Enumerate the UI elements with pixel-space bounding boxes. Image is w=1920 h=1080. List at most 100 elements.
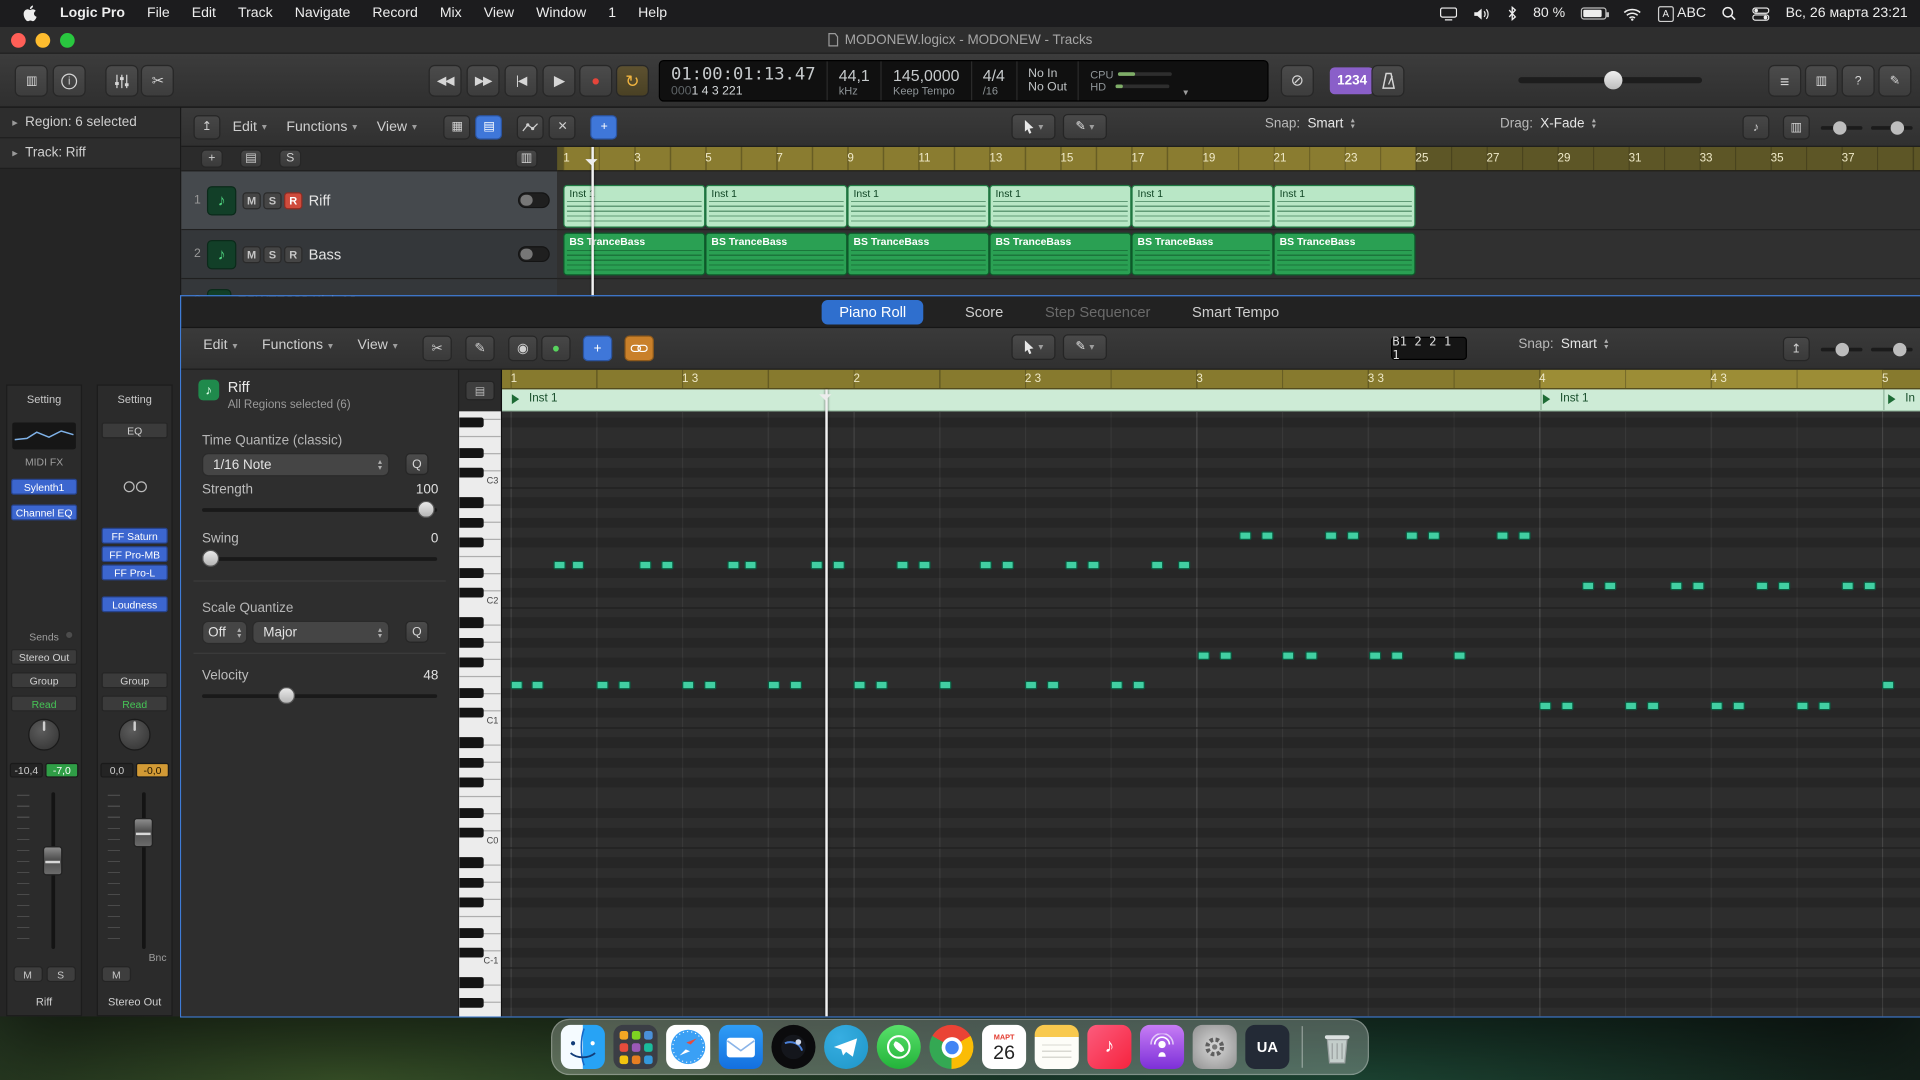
track-row-riff[interactable]: 1 ♪ M S R Riff — [181, 171, 557, 230]
dock-podcasts[interactable] — [1140, 1025, 1184, 1069]
snap-menu[interactable]: Snap: Smart ▴▾ — [1265, 116, 1355, 131]
midi-region[interactable]: BS TranceBass — [1131, 233, 1273, 276]
midi-note[interactable] — [1198, 651, 1210, 660]
dock-music[interactable]: ♪ — [1087, 1025, 1131, 1069]
dock-safari[interactable] — [666, 1025, 710, 1069]
editor-view-menu[interactable]: View▾ — [348, 338, 408, 353]
midi-note[interactable] — [1818, 702, 1830, 711]
stereo-format-button[interactable] — [98, 481, 171, 492]
piano-key-black[interactable] — [459, 498, 484, 508]
master-volume-slider[interactable] — [1518, 77, 1702, 83]
menu-mix[interactable]: Mix — [429, 0, 473, 27]
piano-key-black[interactable] — [459, 638, 484, 648]
dock-trash[interactable] — [1315, 1025, 1359, 1069]
left-click-tool-menu[interactable]: ▾ — [1011, 114, 1055, 140]
midi-region[interactable]: Inst 1 — [705, 185, 847, 228]
midi-note[interactable] — [876, 681, 888, 690]
mute-button[interactable]: M — [102, 966, 131, 982]
tab-piano-roll[interactable]: Piano Roll — [822, 299, 923, 323]
dock-settings[interactable] — [1193, 1025, 1237, 1069]
setting-button[interactable]: Setting — [98, 393, 171, 405]
midi-note[interactable] — [1453, 651, 1465, 660]
region-inspector-header[interactable]: ▸ Region: 6 selected — [0, 108, 180, 139]
bluetooth-icon[interactable] — [1507, 6, 1517, 21]
mute-button[interactable]: M — [242, 246, 260, 263]
screen-mirroring-icon[interactable] — [1440, 7, 1457, 20]
midi-note[interactable] — [1133, 681, 1145, 690]
stepper-icon[interactable]: ▴▾ — [1592, 118, 1596, 130]
strength-knob[interactable] — [418, 501, 435, 518]
metronome-button[interactable] — [1371, 65, 1404, 97]
dock-finder[interactable] — [561, 1025, 605, 1069]
send-knob[interactable] — [65, 631, 74, 640]
count-in-badge[interactable]: 1234 — [1330, 67, 1375, 94]
piano-octave[interactable] — [459, 968, 501, 1017]
piano-octave[interactable]: C-1 — [459, 848, 501, 968]
loops-browser-button[interactable]: ▥ — [1805, 65, 1838, 97]
swing-slider[interactable] — [202, 557, 437, 561]
quantize-apply-button[interactable]: Q — [405, 453, 428, 475]
note-grid[interactable] — [502, 411, 1920, 1016]
midi-note[interactable] — [727, 561, 739, 570]
lane-region-3[interactable]: In — [1888, 392, 1915, 405]
midi-note[interactable] — [1604, 582, 1616, 591]
group-slot[interactable]: Group — [11, 672, 77, 688]
midi-region[interactable]: Inst 1 — [989, 185, 1131, 228]
piano-key-black[interactable] — [459, 688, 484, 698]
midi-note[interactable] — [1406, 531, 1418, 540]
midi-region[interactable]: Inst 1 — [1273, 185, 1415, 228]
quick-help-button[interactable]: ? — [1842, 65, 1875, 97]
split-tool-button[interactable]: ✂ — [422, 336, 451, 362]
scale-root-select[interactable]: Off ▴▾ — [202, 621, 247, 644]
midi-note[interactable] — [1369, 651, 1381, 660]
piano-keyboard[interactable]: C3C2C1C0C-1 — [459, 411, 501, 1016]
drag-menu[interactable]: Drag: X-Fade ▴▾ — [1500, 116, 1596, 131]
tab-score[interactable]: Score — [965, 303, 1003, 320]
playhead-marker[interactable] — [585, 159, 597, 171]
editor-edit-menu[interactable]: Edit▾ — [193, 338, 247, 353]
menu-file[interactable]: File — [136, 0, 181, 27]
track-name[interactable]: Bass — [309, 246, 512, 263]
solo-mode-button[interactable]: ⊘ — [1281, 65, 1314, 97]
plugin-slot-ff-saturn[interactable]: FF Saturn — [102, 528, 168, 544]
list-editors-button[interactable]: ≡ — [1768, 65, 1801, 97]
library-button[interactable]: ▥ — [15, 65, 48, 97]
output-slot[interactable]: Stereo Out — [11, 649, 77, 665]
play-button[interactable]: ▶ — [542, 65, 575, 97]
midi-note[interactable] — [744, 561, 756, 570]
midi-region[interactable]: BS TranceBass — [563, 233, 705, 276]
midi-note[interactable] — [896, 561, 908, 570]
midi-note[interactable] — [618, 681, 630, 690]
midi-note[interactable] — [1025, 681, 1037, 690]
arrange-view-menu[interactable]: View▾ — [367, 119, 427, 134]
dock-planet-app[interactable] — [771, 1025, 815, 1069]
strip-name[interactable]: Riff — [7, 996, 80, 1008]
midi-in-button[interactable]: ◉ — [508, 336, 537, 362]
midi-fx-slot[interactable]: MIDI FX — [7, 456, 80, 468]
fader-cap[interactable] — [43, 846, 63, 875]
plugin-slot-ff-pro-l[interactable]: FF Pro-L — [102, 564, 168, 580]
midi-region[interactable]: Inst 1 — [847, 185, 989, 228]
menu-1[interactable]: 1 — [597, 0, 627, 27]
grid-view-button[interactable]: ▦ — [444, 114, 471, 138]
dock-chrome[interactable] — [929, 1025, 973, 1069]
plugin-slot-loudness[interactable]: Loudness — [102, 596, 168, 612]
volume-icon[interactable] — [1473, 7, 1491, 20]
add-track-button[interactable]: + — [201, 149, 223, 167]
piano-key-black[interactable] — [459, 948, 484, 958]
velocity-knob[interactable] — [278, 687, 295, 704]
piano-key-black[interactable] — [459, 778, 484, 788]
horizontal-zoom-slider[interactable] — [1821, 126, 1863, 130]
midi-note[interactable] — [1539, 702, 1551, 711]
stepper-icon[interactable]: ▴▾ — [1351, 118, 1355, 130]
midi-note[interactable] — [1347, 531, 1359, 540]
search-icon[interactable] — [1722, 6, 1737, 21]
mixer-button[interactable] — [105, 65, 138, 97]
pan-knob[interactable] — [119, 719, 151, 751]
cycle-button[interactable]: ↻ — [616, 65, 649, 97]
eq-slot[interactable]: EQ — [102, 422, 168, 438]
arrange-ruler[interactable]: 135791113151719212325272931333537 — [557, 147, 1920, 171]
strength-slider[interactable] — [202, 508, 437, 512]
piano-octave[interactable]: C1 — [459, 608, 501, 728]
midi-note[interactable] — [553, 561, 565, 570]
